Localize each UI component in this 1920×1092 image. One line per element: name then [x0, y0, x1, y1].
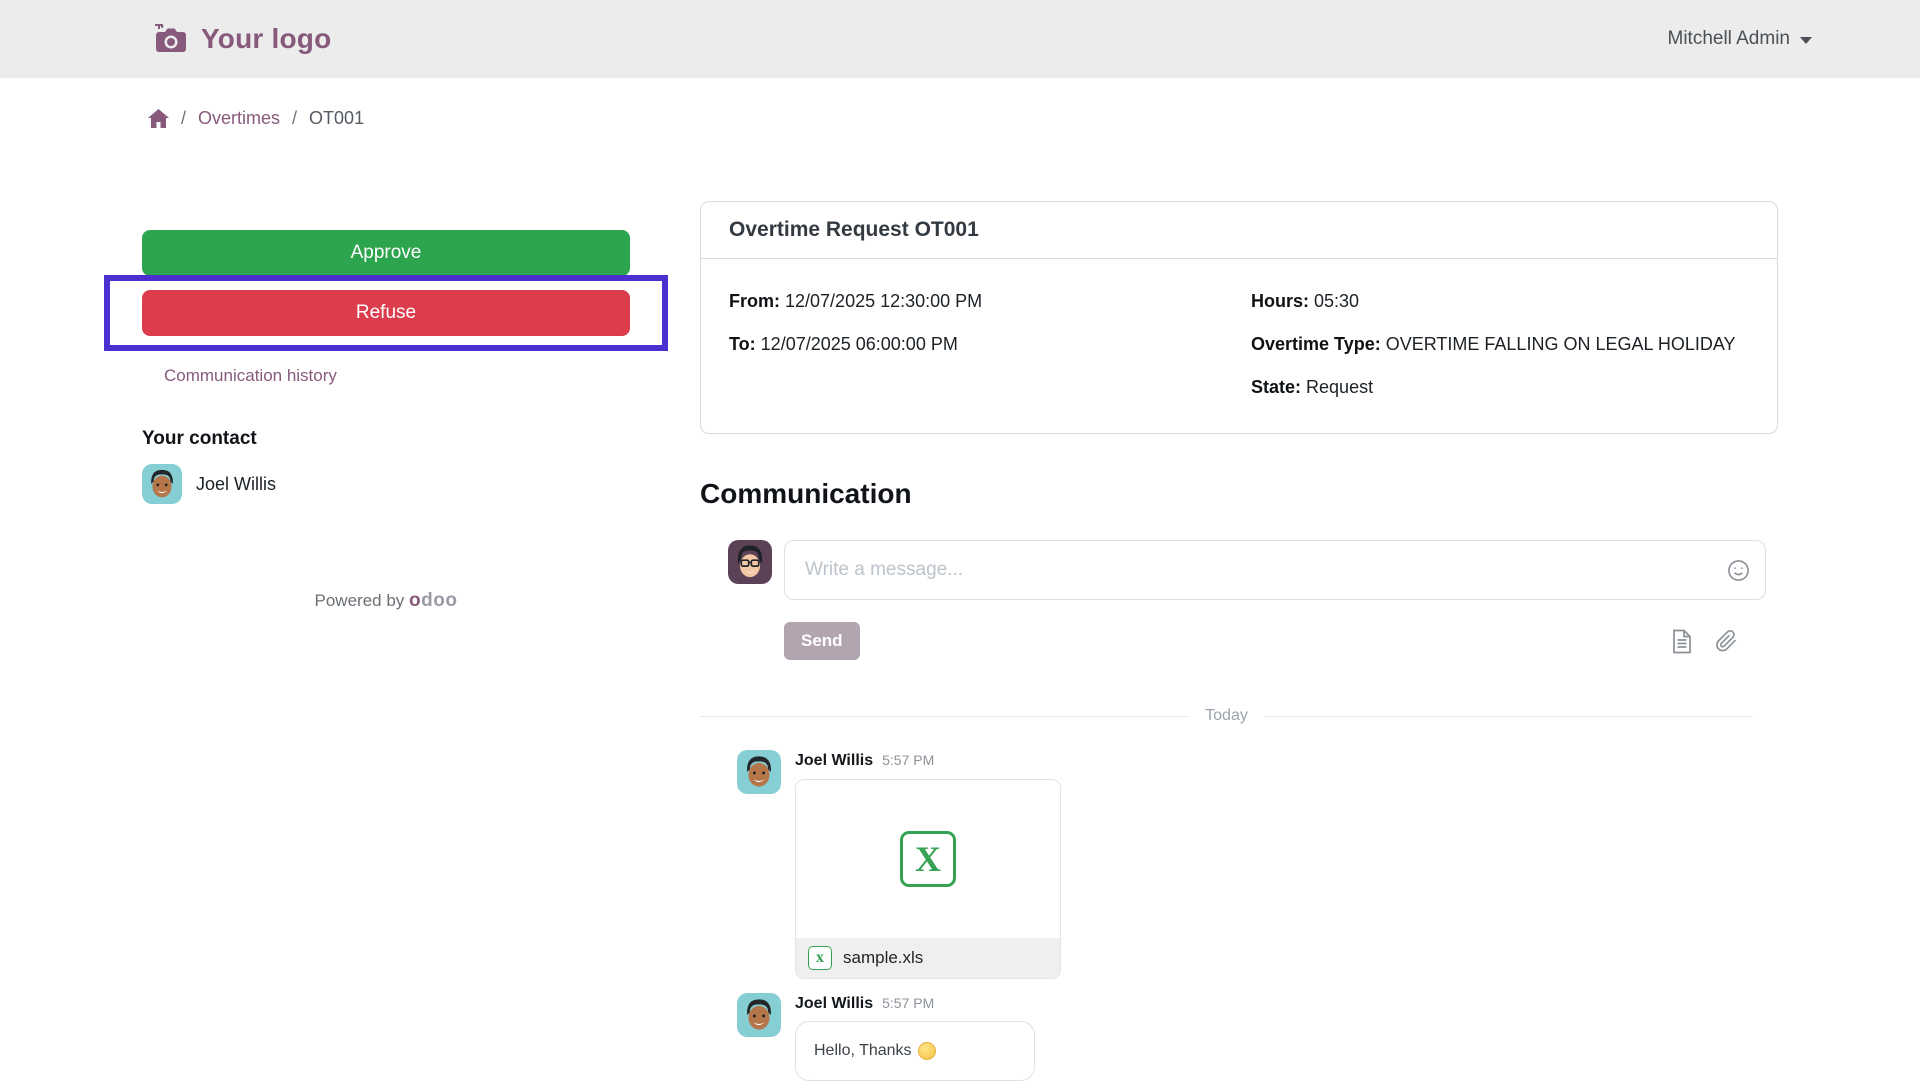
camera-logo-icon [155, 24, 189, 54]
message-header: Joel Willis 5:57 PM [795, 993, 1035, 1013]
divider-line [700, 715, 1190, 717]
main-content: Approve Refuse Communication history You… [0, 201, 1920, 1081]
paperclip-icon[interactable] [1715, 629, 1738, 653]
sidebar: Approve Refuse Communication history You… [104, 201, 668, 612]
communication-history-link[interactable]: Communication history [164, 366, 337, 386]
breadcrumb: / Overtimes / OT001 [0, 78, 1920, 129]
breadcrumb-separator: / [181, 108, 187, 128]
message-header: Joel Willis 5:57 PM [795, 750, 1061, 770]
chevron-down-icon [1800, 37, 1812, 44]
message-author: Joel Willis [795, 995, 874, 1012]
home-icon[interactable] [148, 109, 169, 128]
document-icon[interactable] [1671, 629, 1693, 654]
approve-button[interactable]: Approve [142, 230, 630, 276]
message-item: Joel Willis 5:57 PM X x sample.xls [700, 750, 1778, 979]
smiley-emoji-icon [917, 1042, 936, 1060]
emoji-icon[interactable] [1727, 559, 1750, 582]
portal-page: Your logo Mitchell Admin / Overtimes / O… [0, 0, 1920, 1092]
request-card-header: Overtime Request OT001 [701, 202, 1777, 259]
main-panel: Overtime Request OT001 From: 12/07/2025 … [700, 201, 1778, 1081]
user-menu-label: Mitchell Admin [1667, 28, 1791, 49]
contact-heading: Your contact [142, 428, 257, 449]
xls-file-icon-small: x [808, 946, 832, 970]
xls-file-icon: X [900, 831, 956, 887]
field-from: From: 12/07/2025 12:30:00 PM [729, 291, 983, 311]
today-divider: Today [700, 707, 1754, 725]
message-content: Joel Willis 5:57 PM Hello, Thanks [795, 993, 1035, 1081]
send-row: Send [700, 622, 1778, 660]
field-overtime-type: Overtime Type: OVERTIME FALLING ON LEGAL… [1251, 334, 1736, 354]
send-button[interactable]: Send [784, 622, 860, 660]
breadcrumb-overtimes-link[interactable]: Overtimes [198, 108, 280, 129]
message-input-wrap [784, 540, 1766, 600]
message-item: Joel Willis 5:57 PM Hello, Thanks [700, 993, 1778, 1081]
attachment-bar: x sample.xls [796, 938, 1060, 978]
attachment-filename[interactable]: sample.xls [843, 948, 923, 968]
header: Your logo Mitchell Admin [0, 0, 1920, 78]
message-text: Hello, Thanks [814, 1042, 912, 1059]
refuse-annotation-box: Refuse [104, 275, 668, 351]
communication-heading: Communication [700, 478, 912, 509]
contact-row: Joel Willis [142, 464, 630, 504]
message-composer [700, 540, 1778, 600]
field-state: State: Request [1251, 377, 1374, 397]
contact-name: Joel Willis [196, 473, 277, 494]
divider-label: Today [1205, 707, 1248, 724]
overtime-request-card: Overtime Request OT001 From: 12/07/2025 … [700, 201, 1778, 434]
current-user-avatar [728, 540, 772, 584]
divider-line [1263, 715, 1754, 717]
request-card-title: Overtime Request OT001 [729, 218, 979, 241]
message-time: 5:57 PM [882, 995, 935, 1011]
message-avatar [737, 750, 781, 794]
request-card-body: From: 12/07/2025 12:30:00 PM To: 12/07/2… [701, 259, 1777, 433]
user-menu[interactable]: Mitchell Admin [1667, 28, 1812, 50]
message-input[interactable] [784, 540, 1766, 600]
field-hours: Hours: 05:30 [1251, 291, 1360, 311]
breadcrumb-separator: / [292, 108, 298, 128]
message-author: Joel Willis [795, 752, 874, 769]
field-to: To: 12/07/2025 06:00:00 PM [729, 334, 958, 354]
attachment-card[interactable]: X x sample.xls [795, 779, 1061, 979]
request-fields-left: From: 12/07/2025 12:30:00 PM To: 12/07/2… [729, 285, 1227, 403]
powered-by-label: Powered by [314, 591, 405, 610]
refuse-button[interactable]: Refuse [142, 290, 630, 336]
odoo-logo[interactable]: odoo [409, 590, 457, 611]
logo[interactable]: Your logo [155, 23, 331, 55]
powered-by: Powered by odoo [142, 590, 630, 612]
message-content: Joel Willis 5:57 PM X x sample.xls [795, 750, 1061, 979]
message-avatar [737, 993, 781, 1037]
message-time: 5:57 PM [882, 752, 935, 768]
composer-icons [1671, 629, 1738, 654]
logo-text: Your logo [201, 23, 332, 54]
breadcrumb-current: OT001 [309, 108, 365, 128]
message-bubble: Hello, Thanks [795, 1021, 1035, 1081]
attachment-preview: X [796, 780, 1060, 938]
contact-avatar [142, 464, 182, 504]
request-fields-right: Hours: 05:30 Overtime Type: OVERTIME FAL… [1251, 285, 1749, 403]
